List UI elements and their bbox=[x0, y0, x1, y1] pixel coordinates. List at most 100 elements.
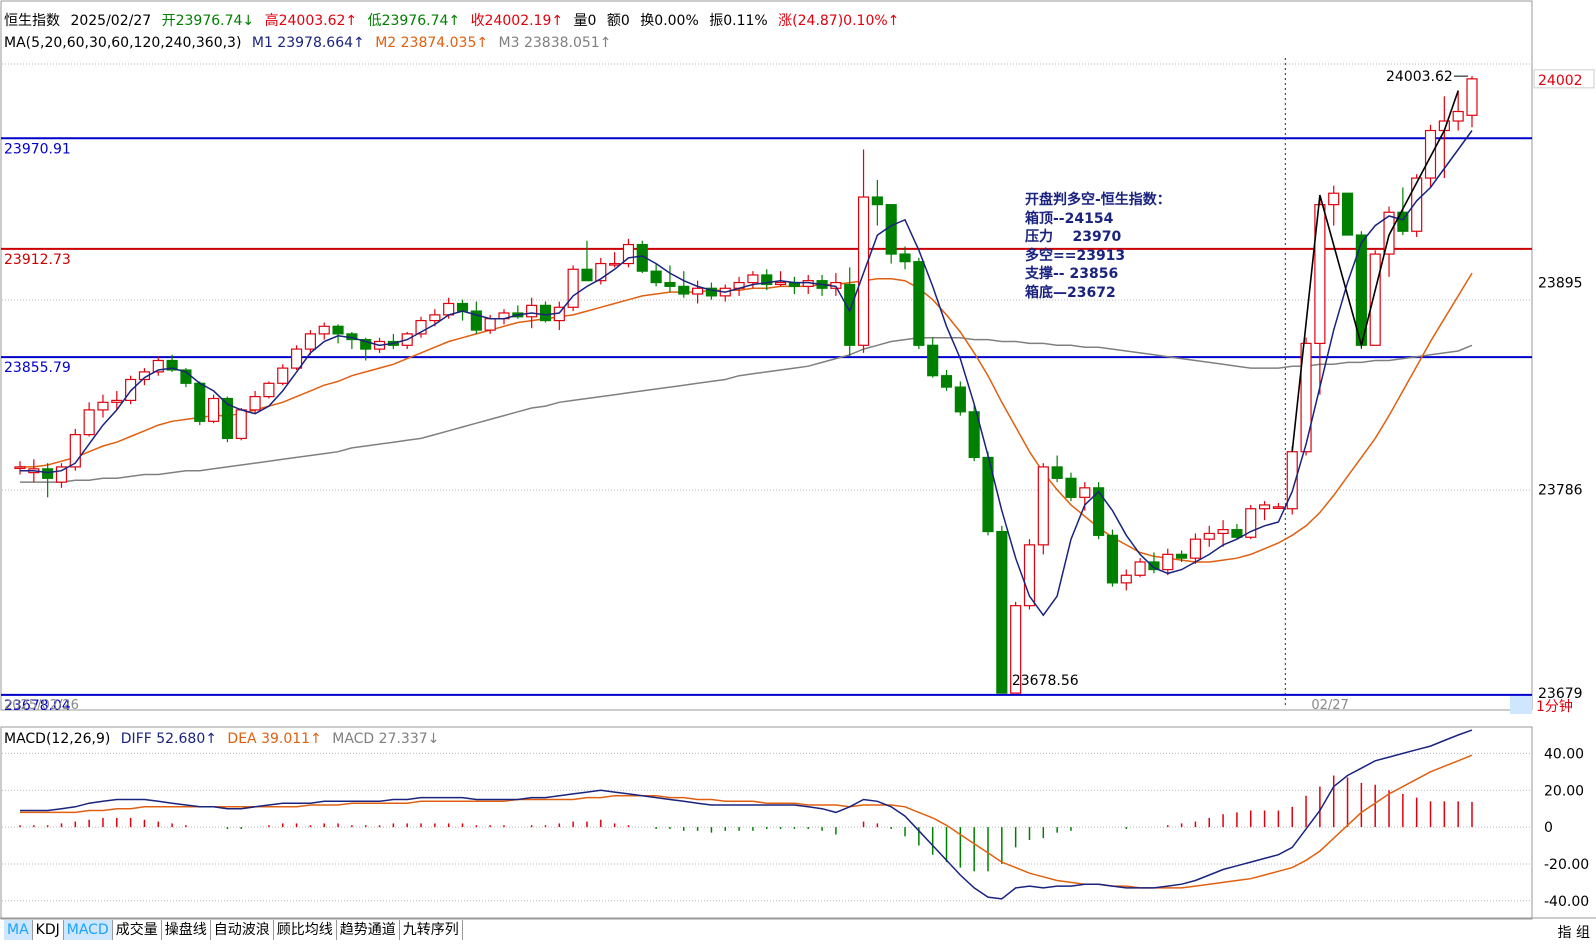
ma-params: MA(5,20,60,30,60,120,240,360,3) bbox=[4, 35, 242, 51]
macd-diff: DIFF 52.680↑ bbox=[120, 731, 217, 747]
candle-up bbox=[567, 268, 579, 308]
macd-tick-label: 20.00 bbox=[1544, 783, 1584, 799]
candle-down bbox=[913, 261, 925, 346]
candle-up bbox=[484, 318, 496, 331]
period-box bbox=[1510, 696, 1532, 714]
index-name: 恒生指数 bbox=[4, 13, 60, 29]
candle-down bbox=[1106, 534, 1119, 584]
tab-trend-channel[interactable]: 趋势通道 bbox=[337, 920, 400, 940]
candle-up bbox=[1466, 78, 1478, 116]
candle-up bbox=[1162, 553, 1174, 571]
corner-buttons[interactable]: 指 组 bbox=[1558, 922, 1590, 942]
macd-dea-line bbox=[20, 754, 1473, 889]
turnover-value: 换0.00% bbox=[640, 13, 699, 29]
candle-down bbox=[927, 344, 939, 377]
candle-down bbox=[539, 304, 552, 322]
candle-up bbox=[290, 348, 303, 369]
candle-up bbox=[429, 314, 441, 322]
candle-down bbox=[954, 386, 966, 413]
candle-down bbox=[332, 325, 344, 335]
tab-kdj[interactable]: KDJ bbox=[33, 920, 64, 940]
candle-up bbox=[1258, 504, 1271, 510]
level-label: 23970.91 bbox=[4, 141, 71, 157]
level-label: 23855.79 bbox=[4, 360, 71, 376]
candle-up bbox=[692, 287, 704, 295]
tab-macd[interactable]: MACD bbox=[63, 920, 113, 940]
current-price-label: 24002 bbox=[1538, 73, 1583, 89]
candle-up bbox=[1037, 466, 1049, 546]
candle-up bbox=[1217, 529, 1229, 535]
macd-params: MACD(12,26,9) bbox=[4, 731, 111, 747]
candle-down bbox=[871, 196, 883, 206]
open-value: 开23976.74↓ bbox=[161, 13, 255, 29]
candle-up bbox=[1424, 129, 1437, 179]
indicator-tabs: MA KDJ MACD 成交量 操盘线 自动波浪 顾比均线 趋势通道 九转序列 bbox=[4, 920, 463, 940]
candle-up bbox=[1328, 192, 1340, 206]
tab-trading-line[interactable]: 操盘线 bbox=[162, 920, 211, 940]
level-label: 23912.73 bbox=[4, 252, 71, 268]
candle-down bbox=[885, 204, 897, 255]
candle-up bbox=[1272, 506, 1284, 509]
macd-tick-label: 0 bbox=[1544, 820, 1553, 836]
candle-up bbox=[747, 274, 759, 284]
x-label-left: 2025/02/26 bbox=[4, 698, 79, 713]
peak-label: 24003.62 bbox=[1386, 69, 1453, 85]
chart-canvas[interactable]: 23970.9123912.7323855.7923678.0424003.62… bbox=[0, 0, 1596, 944]
candle-down bbox=[456, 302, 469, 312]
amplitude-value: 振0.11% bbox=[709, 13, 768, 29]
candle-up bbox=[1452, 110, 1464, 122]
trough-label: 23678.56 bbox=[1012, 673, 1079, 689]
candle-down bbox=[940, 375, 953, 388]
y-tick-label: 23786 bbox=[1538, 483, 1583, 499]
candle-up bbox=[1079, 487, 1091, 498]
candle-down bbox=[996, 530, 1008, 694]
ma-m2: M2 23874.035↑ bbox=[375, 35, 489, 51]
candle-down bbox=[1065, 477, 1077, 498]
candle-down bbox=[678, 285, 690, 295]
tab-ma[interactable]: MA bbox=[4, 920, 33, 940]
close-value: 收24002.19↑ bbox=[470, 13, 564, 29]
macd-panel-frame bbox=[0, 726, 1533, 920]
change-value: 涨(24.87)0.10%↑ bbox=[778, 13, 900, 29]
candle-up bbox=[1369, 253, 1381, 346]
candle-up bbox=[263, 382, 275, 398]
candle-up bbox=[526, 304, 538, 318]
high-value: 高24003.62↑ bbox=[264, 13, 358, 29]
analysis-annotation: 开盘判多空-恒生指数： 箱顶--24154 压力 23970 多空==23913 支撑-… bbox=[1025, 191, 1171, 302]
macd-legend: MACD(12,26,9) DIFF 52.680↑ DEA 39.011↑ M… bbox=[4, 730, 445, 748]
period-label: 1分钟 bbox=[1536, 698, 1573, 715]
tab-auto-wave[interactable]: 自动波浪 bbox=[211, 920, 274, 940]
candle-up bbox=[97, 401, 109, 411]
macd-tick-label: -20.00 bbox=[1544, 857, 1589, 873]
candle-up bbox=[1189, 538, 1202, 559]
candle-down bbox=[664, 281, 676, 287]
candle-down bbox=[42, 468, 54, 479]
tab-volume[interactable]: 成交量 bbox=[113, 920, 162, 940]
macd-diff-line bbox=[20, 729, 1473, 900]
candle-up bbox=[14, 466, 26, 470]
candle-up bbox=[83, 409, 95, 436]
candle-up bbox=[304, 333, 316, 350]
annotation-line: 箱顶--24154 bbox=[1025, 210, 1114, 227]
ma-legend: MA(5,20,60,30,60,120,240,360,3) M1 23978… bbox=[4, 34, 617, 52]
x-label-right: 02/27 bbox=[1311, 698, 1348, 713]
macd-macd: MACD 27.337↓ bbox=[332, 731, 440, 747]
tab-td-sequential[interactable]: 九转序列 bbox=[400, 920, 463, 940]
tab-gmma[interactable]: 顾比均线 bbox=[274, 920, 337, 940]
chart-window: 23970.91 23912.73 23855.79 23678.04 24003.62… bbox=[0, 0, 1596, 944]
macd-dea: DEA 39.011↑ bbox=[227, 731, 322, 747]
candle-up bbox=[318, 325, 330, 335]
candle-down bbox=[899, 253, 911, 263]
candle-up bbox=[1134, 561, 1146, 576]
low-value: 低23976.74↑ bbox=[367, 13, 461, 29]
candle-down bbox=[581, 268, 593, 282]
quote-date: 2025/02/27 bbox=[70, 13, 152, 29]
annotation-line: 压力 23970 bbox=[1025, 229, 1122, 245]
candle-down bbox=[1231, 529, 1243, 538]
candle-up bbox=[235, 409, 247, 440]
candle-up bbox=[111, 399, 123, 403]
candle-down bbox=[1341, 192, 1354, 236]
candle-down bbox=[194, 382, 206, 422]
candle-down bbox=[1176, 553, 1188, 559]
candle-up bbox=[249, 396, 261, 411]
